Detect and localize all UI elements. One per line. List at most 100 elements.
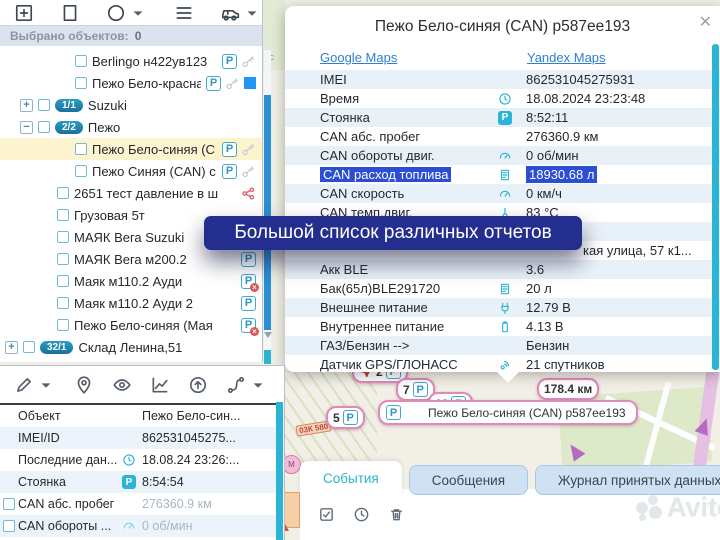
location-icon bbox=[74, 375, 94, 395]
edit-button[interactable] bbox=[14, 375, 56, 395]
tree-item[interactable]: −2/2Пежо bbox=[0, 116, 262, 138]
detail-label: Датчик GPS/ГЛОНАСС bbox=[320, 357, 498, 372]
visibility-button[interactable] bbox=[112, 375, 132, 395]
item-badges: P bbox=[241, 318, 256, 333]
check-square-icon[interactable] bbox=[318, 506, 335, 523]
scrollbar-arrow-icon[interactable] bbox=[264, 332, 272, 338]
item-badges: P bbox=[241, 296, 256, 311]
item-badges: P bbox=[206, 76, 256, 91]
track-circle-button[interactable] bbox=[106, 3, 148, 23]
bottom-tabs: СобытияСообщенияЖурнал принятых данных bbox=[300, 461, 720, 495]
map-pin[interactable]: 5P bbox=[326, 406, 365, 429]
item-badges bbox=[241, 186, 256, 201]
detail-label: Бак(65л)BLE291720 bbox=[320, 281, 498, 296]
chevron-icon bbox=[36, 375, 56, 395]
gauge-icon bbox=[122, 519, 140, 533]
location-button[interactable] bbox=[74, 375, 94, 395]
send-track-button[interactable] bbox=[188, 375, 208, 395]
map-vehicle-badge-label: Пежо Бело-синяя (CAN) p587ee193 bbox=[428, 406, 626, 420]
info-scrollbar[interactable] bbox=[276, 402, 283, 540]
tree-item[interactable]: 2651 тест давление в ш bbox=[0, 182, 262, 204]
watermark: Avito bbox=[636, 492, 720, 523]
tree-item[interactable]: Маяк м110.2 Ауди 2P bbox=[0, 292, 262, 314]
checkbox[interactable] bbox=[38, 99, 50, 111]
tree-item[interactable]: Пежо Бело-красная P bbox=[0, 72, 262, 94]
scrollbar-thumb[interactable] bbox=[264, 350, 271, 364]
select-area-button[interactable] bbox=[60, 3, 80, 23]
detail-row: CAN расход топлива18930.68 л bbox=[285, 165, 720, 184]
key-icon bbox=[241, 142, 256, 157]
checkbox[interactable] bbox=[57, 231, 69, 243]
checkbox[interactable] bbox=[75, 55, 87, 67]
google-maps-link[interactable]: Google Maps bbox=[320, 50, 527, 65]
tree-item-label: Berlingo н422ув123 bbox=[92, 54, 207, 69]
tree-item-label: Пежо Бело-синяя (Мая bbox=[74, 318, 213, 333]
checkbox[interactable] bbox=[57, 275, 69, 287]
checkbox[interactable] bbox=[75, 77, 87, 89]
yandex-maps-link[interactable]: Yandex Maps bbox=[527, 50, 606, 65]
checkbox-cell bbox=[0, 520, 18, 532]
checkbox[interactable] bbox=[3, 520, 15, 532]
tree-scrollbar[interactable] bbox=[264, 50, 271, 362]
map-vehicle-badge[interactable]: P Пежо Бело-синяя (CAN) p587ee193 bbox=[378, 400, 638, 425]
selected-text: CAN расход топлива bbox=[320, 167, 451, 182]
checkbox[interactable] bbox=[23, 341, 35, 353]
checkbox[interactable] bbox=[57, 297, 69, 309]
tree-item[interactable]: Пежо Синяя (CAN) сP bbox=[0, 160, 262, 182]
clock-icon[interactable] bbox=[353, 506, 370, 523]
vehicle-button[interactable] bbox=[220, 3, 262, 23]
tree-item[interactable]: МАЯК Вега м200.2P bbox=[0, 248, 262, 270]
expand-plus-icon[interactable]: + bbox=[20, 99, 33, 112]
scrollbar-thumb[interactable] bbox=[264, 95, 271, 330]
tree-item[interactable]: +32/1Склад Ленина,51 bbox=[0, 336, 262, 358]
tree-item-label: Пежо Бело-красная bbox=[92, 76, 201, 91]
detail-row: IMEI862531045275931 bbox=[285, 70, 720, 89]
tree-item[interactable]: Пежо Бело-синяя (СP bbox=[0, 138, 262, 160]
tree-item[interactable]: +1/1Suzuki bbox=[0, 94, 262, 116]
tab-события[interactable]: События bbox=[300, 461, 402, 495]
trash-icon[interactable] bbox=[388, 506, 405, 523]
tab-журнал-принятых-данных[interactable]: Журнал принятых данных bbox=[535, 465, 720, 495]
checkbox-cell bbox=[0, 498, 18, 510]
route-button[interactable] bbox=[226, 375, 268, 395]
item-badges: P bbox=[222, 164, 256, 179]
selected-objects-label: Выбрано объектов: bbox=[10, 29, 129, 43]
info-row: IMEI/ID862531045275... bbox=[0, 427, 277, 449]
parking-badge: P bbox=[343, 410, 358, 425]
list-view-button[interactable] bbox=[174, 3, 194, 23]
tree-item[interactable]: Berlingo н422ув123P bbox=[0, 50, 262, 72]
parking-badge: P bbox=[222, 142, 237, 157]
add-object-icon bbox=[14, 3, 34, 23]
checkbox[interactable] bbox=[57, 187, 69, 199]
tree-item[interactable]: Пежо Бело-синяя (Мая P bbox=[0, 314, 262, 336]
collapse-minus-icon[interactable]: − bbox=[20, 121, 33, 134]
checkbox[interactable] bbox=[57, 209, 69, 221]
detail-row: Внешнее питание12.79 В bbox=[285, 298, 720, 317]
detail-row: Время18.08.2024 23:23:48 bbox=[285, 89, 720, 108]
objects-toolbar bbox=[0, 0, 262, 26]
map-pin-count: 7 bbox=[403, 383, 410, 397]
close-icon[interactable]: ✕ bbox=[699, 12, 712, 32]
gauge-icon bbox=[498, 149, 518, 163]
gauge-icon bbox=[498, 149, 512, 163]
checkbox[interactable] bbox=[75, 143, 87, 155]
tree-item[interactable]: Маяк м110.2 АудиP bbox=[0, 270, 262, 292]
battery-icon bbox=[498, 320, 518, 334]
info-label: Последние дан... bbox=[18, 453, 122, 467]
checkbox[interactable] bbox=[57, 253, 69, 265]
reports-chart-button[interactable] bbox=[150, 375, 170, 395]
expand-plus-icon[interactable]: + bbox=[5, 341, 18, 354]
detail-value: кая улица, 57 к1... bbox=[583, 243, 692, 258]
checkbox[interactable] bbox=[75, 165, 87, 177]
checkbox[interactable] bbox=[3, 498, 15, 510]
clock-icon bbox=[122, 453, 136, 467]
checkbox[interactable] bbox=[57, 319, 69, 331]
add-object-button[interactable] bbox=[14, 3, 34, 23]
popup-scrollbar[interactable] bbox=[712, 44, 719, 370]
detail-label: Стоянка bbox=[320, 110, 498, 125]
map-distance-badge[interactable]: 178.4 км bbox=[537, 378, 599, 400]
tab-сообщения[interactable]: Сообщения bbox=[409, 465, 528, 495]
clock-icon bbox=[498, 92, 518, 106]
popup-title: Пежо Бело-синяя (CAN) p587ee193 bbox=[285, 18, 720, 36]
checkbox[interactable] bbox=[38, 121, 50, 133]
